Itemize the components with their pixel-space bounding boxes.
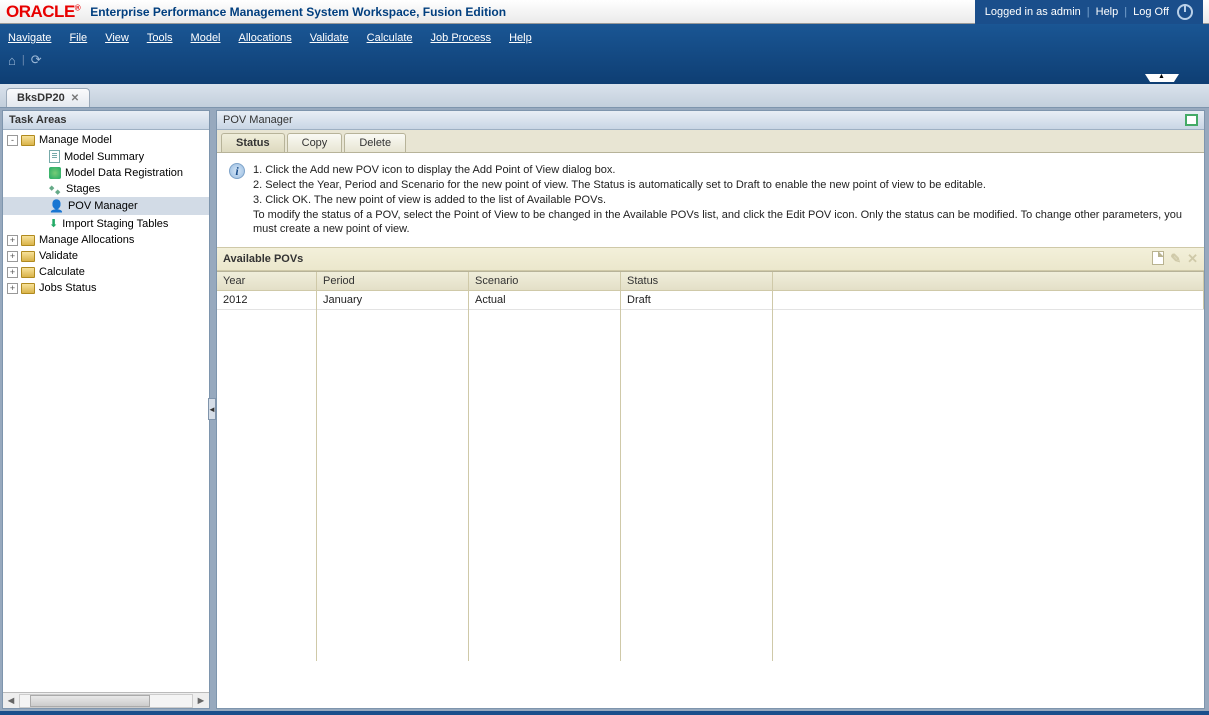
folder-icon [21,235,35,246]
folder-icon [21,251,35,262]
tab-copy[interactable]: Copy [287,133,343,152]
menu-calculate[interactable]: Calculate [367,32,413,44]
column-header-year[interactable]: Year [217,272,317,290]
splitter[interactable]: ◄ [210,108,216,711]
panel-title-bar: POV Manager [217,111,1204,130]
panel-title: POV Manager [223,114,293,126]
edit-pov-icon[interactable]: ✎ [1170,251,1181,267]
tree-label: Calculate [39,266,85,278]
menu-model[interactable]: Model [191,32,221,44]
tab-delete[interactable]: Delete [344,133,406,152]
info-text: 1. Click the Add new POV icon to display… [253,163,1192,237]
document-tabbar: BksDP20 ✕ [0,84,1209,108]
oracle-logo: ORACLE® [6,2,80,22]
column-header-extra[interactable] [773,272,1204,290]
info-icon: i [229,163,245,179]
tree-item-model-data-registration[interactable]: Model Data Registration [3,165,209,181]
menu-job-process[interactable]: Job Process [431,32,492,44]
home-icon[interactable]: ⌂ [8,53,16,68]
help-link[interactable]: Help [1096,6,1119,18]
logoff-link[interactable]: Log Off [1133,6,1169,18]
available-povs-header: Available POVs ✎ ✕ [217,247,1204,271]
tree-label: Stages [66,183,100,195]
menubar: Navigate File View Tools Model Allocations Val… [0,24,1209,84]
stages-icon [49,184,62,195]
folder-icon [21,267,35,278]
refresh-link-icon[interactable]: ⟳ [31,52,42,68]
tree-toggle-icon[interactable]: + [7,283,18,294]
menu-navigate[interactable]: Navigate [8,32,51,44]
menu-allocations[interactable]: Allocations [239,32,292,44]
header-user-area: Logged in as admin | Help | Log Off [975,0,1203,24]
tree-toggle-icon[interactable]: + [7,267,18,278]
document-tab-label: BksDP20 [17,92,65,104]
menu-file[interactable]: File [69,32,87,44]
workspace: Task Areas - Manage Model Model Summary Mod… [0,108,1209,711]
folder-icon [21,135,35,146]
splitter-grip-icon[interactable]: ◄ [208,398,216,420]
tree-toggle-icon[interactable]: - [7,135,18,146]
close-tab-icon[interactable]: ✕ [71,93,79,104]
task-tree: - Manage Model Model Summary Model Data Reg… [3,130,209,692]
menu-view[interactable]: View [105,32,129,44]
tree-item-model-summary[interactable]: Model Summary [3,148,209,165]
tree-item-jobs-status[interactable]: + Jobs Status [3,280,209,296]
collapse-handle-icon[interactable] [1145,74,1179,82]
page-icon [49,150,60,163]
tree-item-pov-manager[interactable]: 👤 POV Manager [3,197,209,215]
column-header-scenario[interactable]: Scenario [469,272,621,290]
delete-pov-icon[interactable]: ✕ [1187,251,1198,267]
maximize-icon[interactable] [1185,114,1198,126]
tree-item-manage-allocations[interactable]: + Manage Allocations [3,232,209,248]
sidebar: Task Areas - Manage Model Model Summary Mod… [2,110,210,709]
section-title: Available POVs [223,253,303,265]
tree-item-calculate[interactable]: + Calculate [3,264,209,280]
add-pov-icon[interactable] [1152,251,1164,265]
person-icon: 👤 [49,199,64,213]
sidebar-scrollbar[interactable]: ◄ ► [3,692,209,708]
app-title: Enterprise Performance Management System… [90,5,506,19]
column-header-status[interactable]: Status [621,272,773,290]
tree-item-manage-model[interactable]: - Manage Model [3,132,209,148]
registration-icon [49,167,61,179]
tree-item-validate[interactable]: + Validate [3,248,209,264]
info-area: i 1. Click the Add new POV icon to displ… [217,153,1204,247]
app-header: ORACLE® Enterprise Performance Managemen… [0,0,1209,24]
pov-grid: YearPeriodScenarioStatus 2012JanuaryActu… [217,271,1204,708]
document-tab[interactable]: BksDP20 ✕ [6,88,90,107]
footer-bar [0,711,1209,715]
main-panel: POV Manager StatusCopyDelete i 1. Click … [216,110,1205,709]
tree-toggle-icon[interactable]: + [7,235,18,246]
tree-label: Model Summary [64,151,144,163]
column-header-period[interactable]: Period [317,272,469,290]
scroll-right-icon[interactable]: ► [193,695,209,707]
import-icon: ⬇ [49,217,58,230]
tree-label: Model Data Registration [65,167,183,179]
inner-tabs: StatusCopyDelete [217,130,1204,153]
tree-toggle-icon[interactable]: + [7,251,18,262]
tree-item-import-staging-tables[interactable]: ⬇ Import Staging Tables [3,215,209,232]
tree-label: Manage Model [39,134,112,146]
tree-label: Jobs Status [39,282,96,294]
folder-icon [21,283,35,294]
menu-tools[interactable]: Tools [147,32,173,44]
tree-item-stages[interactable]: Stages [3,181,209,197]
tree-label: POV Manager [68,200,138,212]
tree-label: Manage Allocations [39,234,134,246]
power-icon[interactable] [1177,4,1193,20]
menu-help[interactable]: Help [509,32,532,44]
tree-label: Import Staging Tables [62,218,168,230]
scroll-left-icon[interactable]: ◄ [3,695,19,707]
tab-status[interactable]: Status [221,133,285,152]
table-row[interactable]: 2012JanuaryActualDraft [217,291,1204,310]
logged-in-label: Logged in as admin [985,6,1081,18]
tree-label: Validate [39,250,78,262]
sidebar-title: Task Areas [3,111,209,130]
menu-validate[interactable]: Validate [310,32,349,44]
